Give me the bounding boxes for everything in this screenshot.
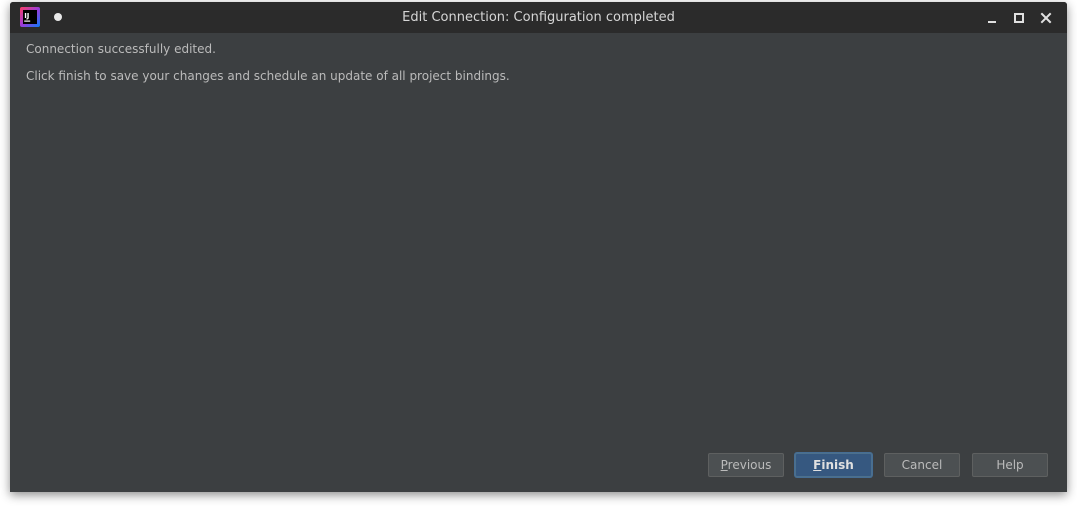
help-button[interactable]: Help [972, 453, 1048, 477]
dialog-content: Connection successfully edited. Click fi… [26, 42, 1051, 96]
window-title: Edit Connection: Configuration completed [402, 10, 675, 25]
maximize-icon[interactable] [1009, 8, 1029, 28]
title-bar[interactable]: IJ Edit Connection: Configuration comple… [10, 2, 1067, 33]
cancel-button[interactable]: Cancel [884, 453, 960, 477]
previous-button[interactable]: Previous [708, 453, 784, 477]
close-icon[interactable] [1036, 8, 1056, 28]
previous-button-label: revious [727, 458, 772, 472]
finish-button[interactable]: Finish [795, 453, 872, 477]
previous-button-mnemonic: P [720, 458, 728, 472]
status-message: Connection successfully edited. [26, 42, 216, 56]
minimize-icon[interactable] [982, 8, 1002, 28]
instruction-message: Click finish to save your changes and sc… [26, 69, 510, 83]
finish-button-label: inish [821, 458, 854, 472]
dialog-window: IJ Edit Connection: Configuration comple… [10, 2, 1067, 492]
